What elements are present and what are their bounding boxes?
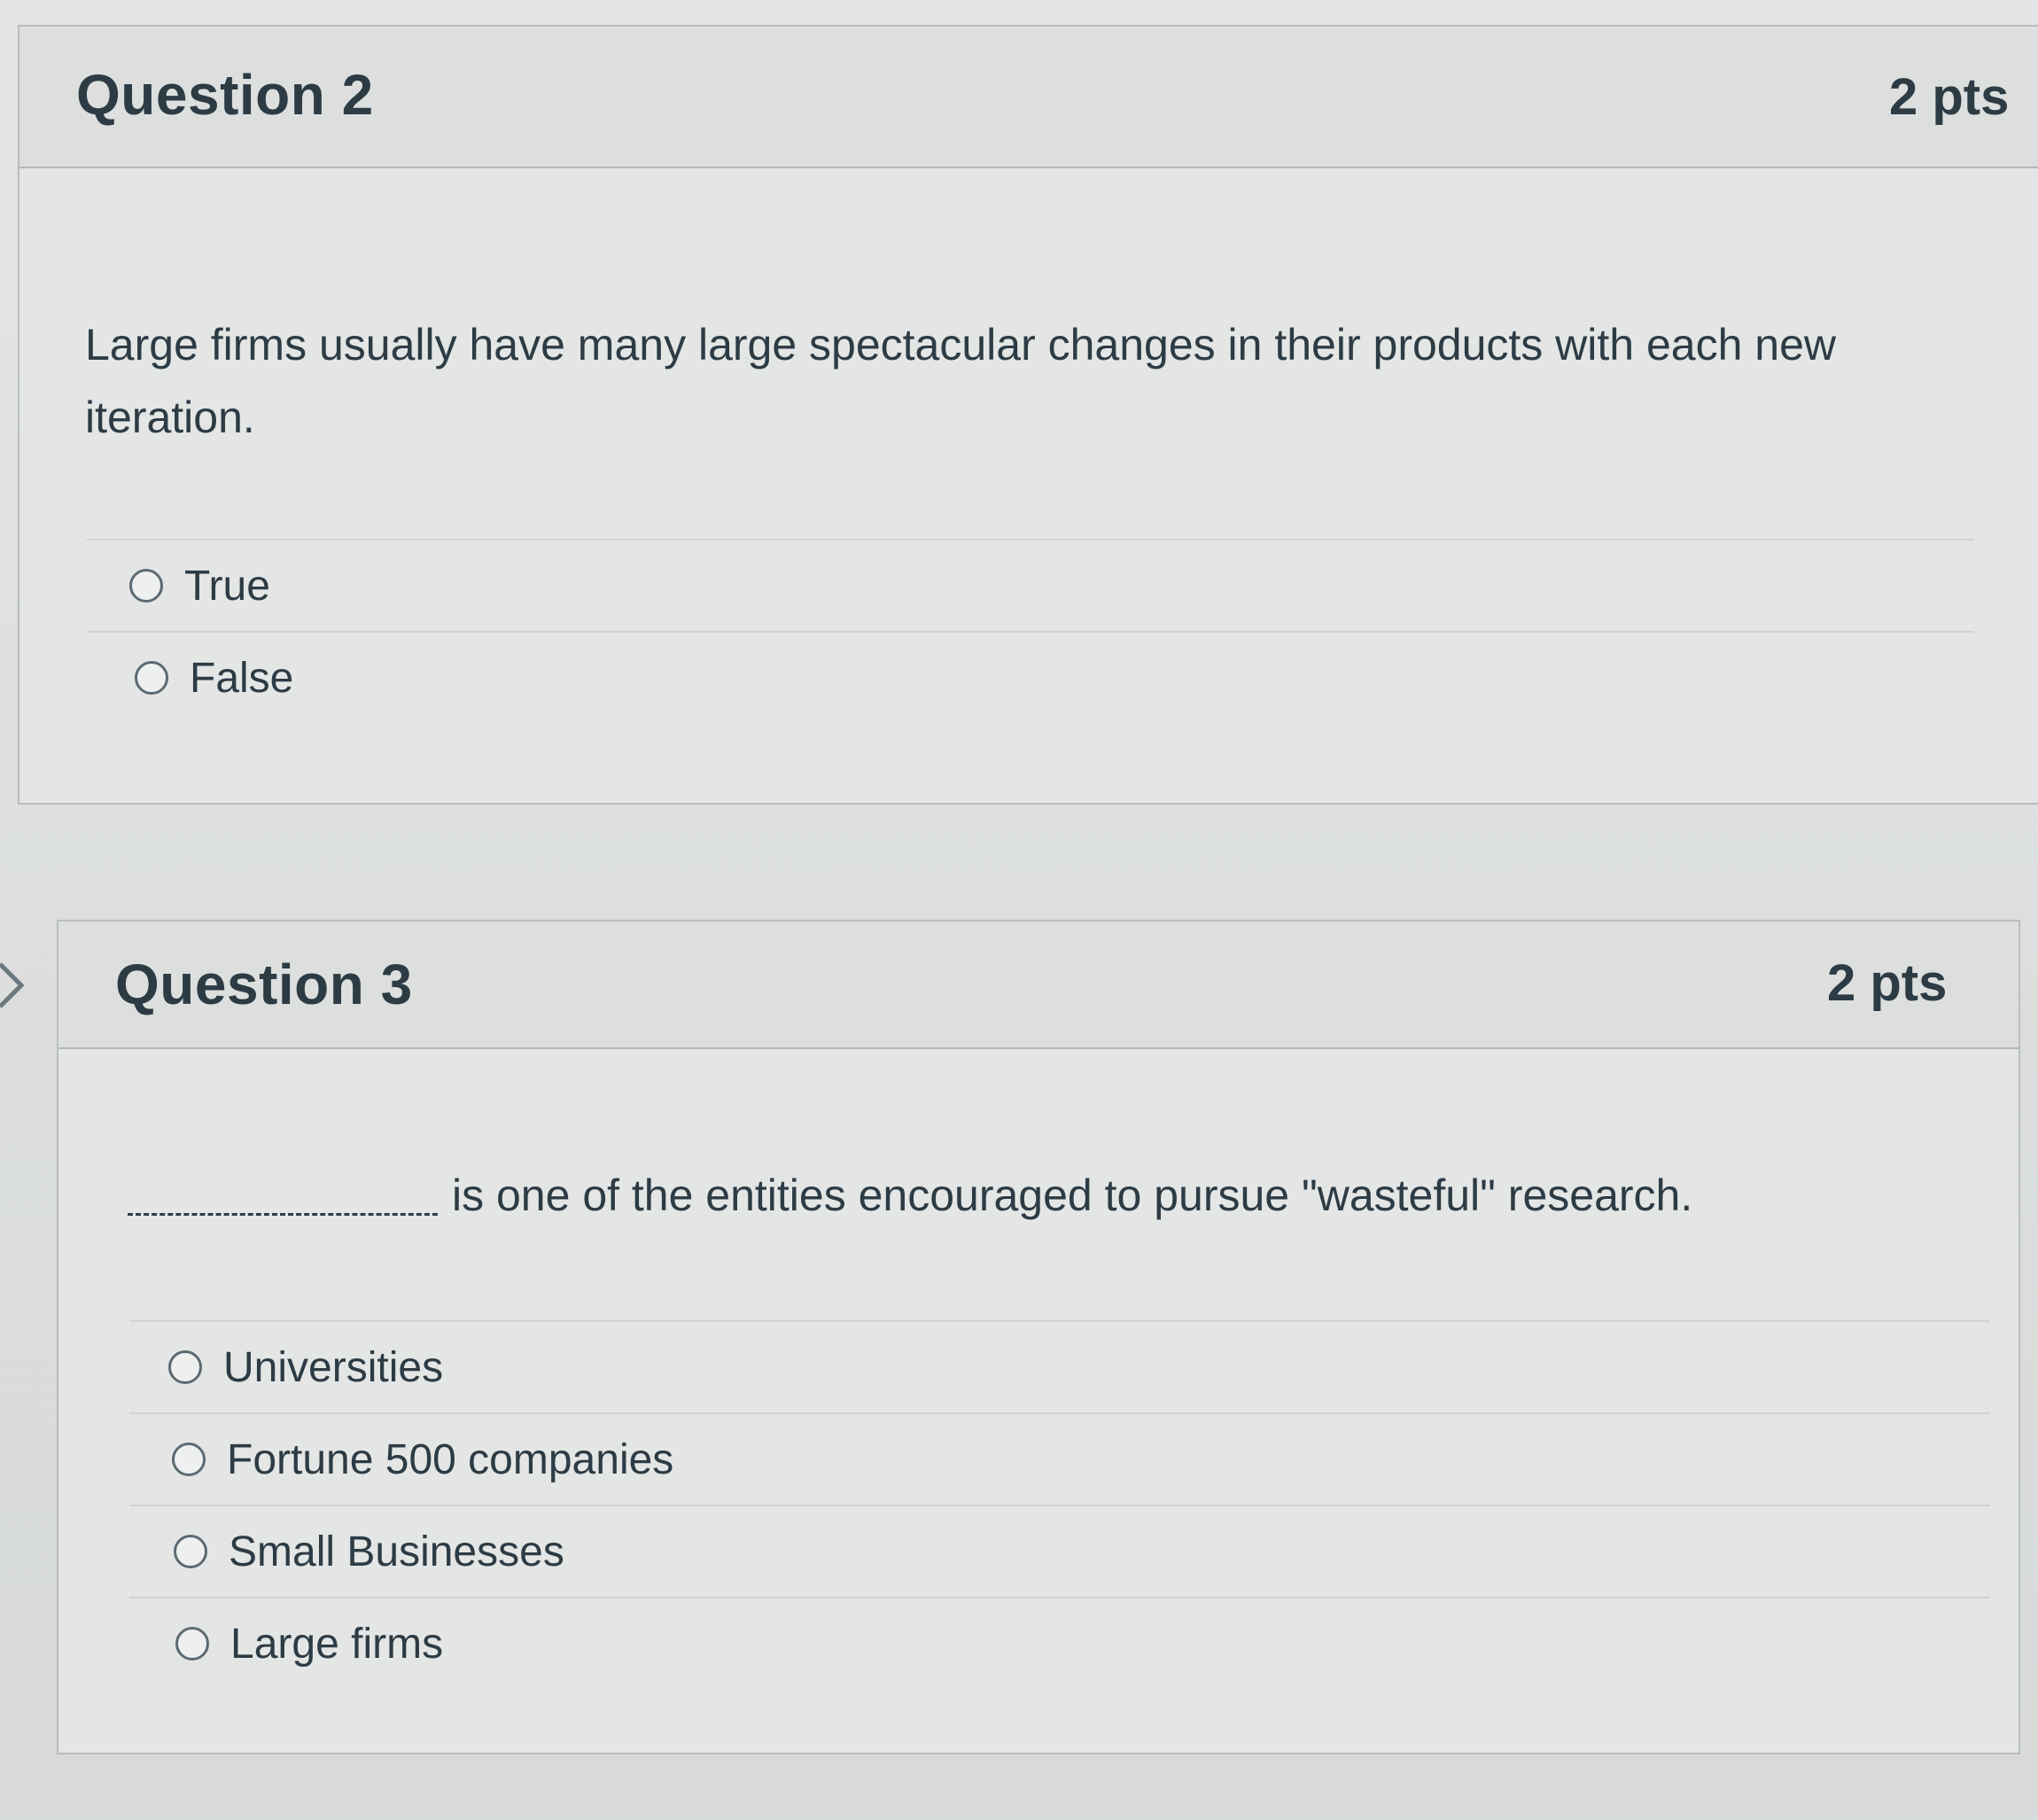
radio-circle-icon[interactable] <box>129 569 163 603</box>
question-2-header: Question 2 2 pts <box>19 27 2038 168</box>
chevron-right-icon[interactable] <box>0 959 30 1012</box>
radio-circle-icon[interactable] <box>172 1443 206 1476</box>
answer-label: Fortune 500 companies <box>227 1435 674 1483</box>
answer-label: True <box>184 562 270 610</box>
question-2-text: Large firms usually have many large spec… <box>85 320 1837 442</box>
answer-label: Small Businesses <box>229 1528 564 1575</box>
answer-option-false[interactable]: False <box>87 631 1974 723</box>
answer-option-small-businesses[interactable]: Small Businesses <box>129 1505 1990 1597</box>
question-2-points: 2 pts <box>1889 68 2010 126</box>
question-3-title: Question 3 <box>115 953 413 1016</box>
answer-label: Universities <box>223 1343 444 1391</box>
question-3-text: is one of the entities encouraged to pur… <box>128 1159 1953 1232</box>
fill-in-blank <box>128 1213 438 1216</box>
question-2-title: Question 2 <box>76 63 374 127</box>
answer-label: False <box>190 654 294 702</box>
radio-circle-icon[interactable] <box>135 661 168 695</box>
question-2-card: Question 2 2 pts Large firms usually hav… <box>18 25 2038 805</box>
radio-circle-icon[interactable] <box>168 1350 202 1384</box>
answer-label: Large firms <box>230 1620 444 1668</box>
answer-option-fortune-500[interactable]: Fortune 500 companies <box>129 1412 1990 1505</box>
radio-circle-icon[interactable] <box>174 1535 207 1568</box>
question-3-points: 2 pts <box>1827 954 1948 1012</box>
question-3-card: Question 3 2 pts is one of the entities … <box>57 920 2020 1754</box>
answer-option-large-firms[interactable]: Large firms <box>129 1597 1990 1689</box>
question-3-header: Question 3 2 pts <box>58 922 2019 1049</box>
answer-option-universities[interactable]: Universities <box>129 1320 1990 1412</box>
radio-circle-icon[interactable] <box>175 1627 209 1661</box>
question-3-prompt: is one of the entities encouraged to pur… <box>452 1171 1693 1220</box>
answer-option-true[interactable]: True <box>87 539 1974 631</box>
